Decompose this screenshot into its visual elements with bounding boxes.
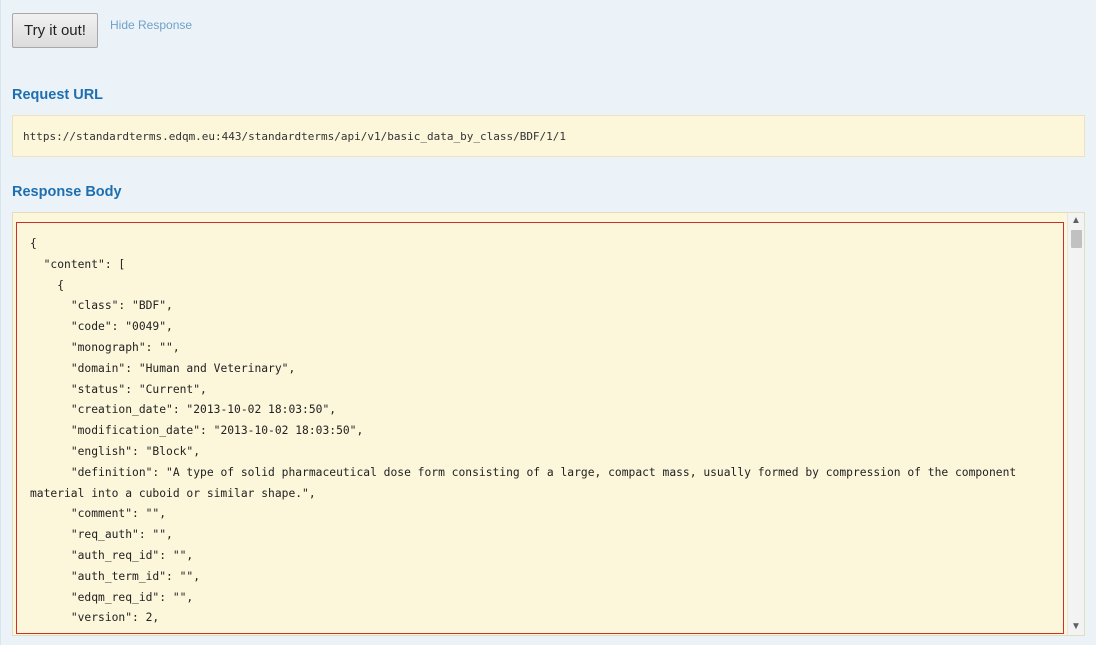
request-url-box: https://standardterms.edqm.eu:443/standa… <box>12 115 1085 157</box>
left-divider <box>0 0 1 645</box>
response-body-code-frame[interactable]: { "content": [ { "class": "BDF", "code":… <box>16 222 1064 634</box>
response-body-scrollbar[interactable]: ▲ ▼ <box>1067 213 1084 635</box>
try-it-out-button[interactable]: Try it out! <box>12 13 98 48</box>
chevron-up-icon[interactable]: ▲ <box>1068 213 1084 229</box>
response-body-json: { "content": [ { "class": "BDF", "code":… <box>30 237 1017 633</box>
response-body-panel: { "content": [ { "class": "BDF", "code":… <box>12 212 1085 636</box>
scrollbar-thumb[interactable] <box>1071 230 1082 248</box>
response-body-heading: Response Body <box>12 184 122 200</box>
hide-response-link[interactable]: Hide Response <box>110 18 192 32</box>
chevron-down-icon[interactable]: ▼ <box>1068 619 1084 635</box>
request-url-heading: Request URL <box>12 87 104 103</box>
